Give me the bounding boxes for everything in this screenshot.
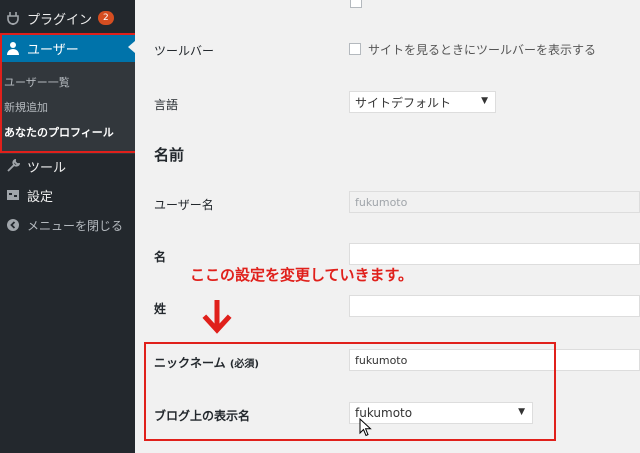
username-field: fukumoto	[349, 191, 640, 213]
menu-settings[interactable]: 設定	[0, 181, 135, 209]
last-name-label: 姓	[154, 302, 167, 316]
down-arrow-icon	[202, 300, 232, 334]
settings-icon	[5, 187, 21, 203]
menu-settings-label: 設定	[27, 189, 54, 205]
first-name-field[interactable]	[349, 243, 640, 265]
wrench-icon	[5, 158, 21, 174]
plug-icon	[5, 10, 21, 26]
language-label: 言語	[154, 98, 179, 112]
mouse-cursor-icon	[359, 418, 372, 437]
toolbar-checkbox-label[interactable]: サイトを見るときにツールバーを表示する	[368, 41, 596, 58]
toolbar-label: ツールバー	[154, 44, 215, 58]
menu-collapse-label: メニューを閉じる	[27, 218, 124, 233]
username-value: fukumoto	[355, 195, 408, 209]
menu-tools-label: ツール	[27, 160, 67, 176]
toolbar-checkbox[interactable]	[349, 43, 361, 55]
menu-plugins-label: プラグイン	[27, 12, 93, 28]
language-select[interactable]: サイトデフォルト ▼	[349, 91, 496, 113]
instruction-annotation: ここの設定を変更していきます。	[190, 266, 414, 284]
name-section-heading: 名前	[154, 146, 185, 164]
nickname-section-highlight	[144, 342, 556, 441]
language-select-value: サイトデフォルト	[355, 95, 452, 110]
collapse-icon	[5, 217, 21, 233]
users-menu-highlight	[0, 33, 137, 153]
menu-plugins[interactable]: プラグイン 2	[0, 4, 135, 32]
menu-tools[interactable]: ツール	[0, 152, 135, 180]
last-name-field[interactable]	[349, 295, 640, 317]
first-name-label: 名	[154, 250, 167, 264]
cut-off-checkbox[interactable]	[350, 0, 362, 8]
update-count-badge: 2	[98, 11, 114, 25]
chevron-down-icon: ▼	[481, 96, 488, 106]
username-label: ユーザー名	[154, 198, 214, 212]
menu-collapse[interactable]: メニューを閉じる	[0, 211, 135, 239]
